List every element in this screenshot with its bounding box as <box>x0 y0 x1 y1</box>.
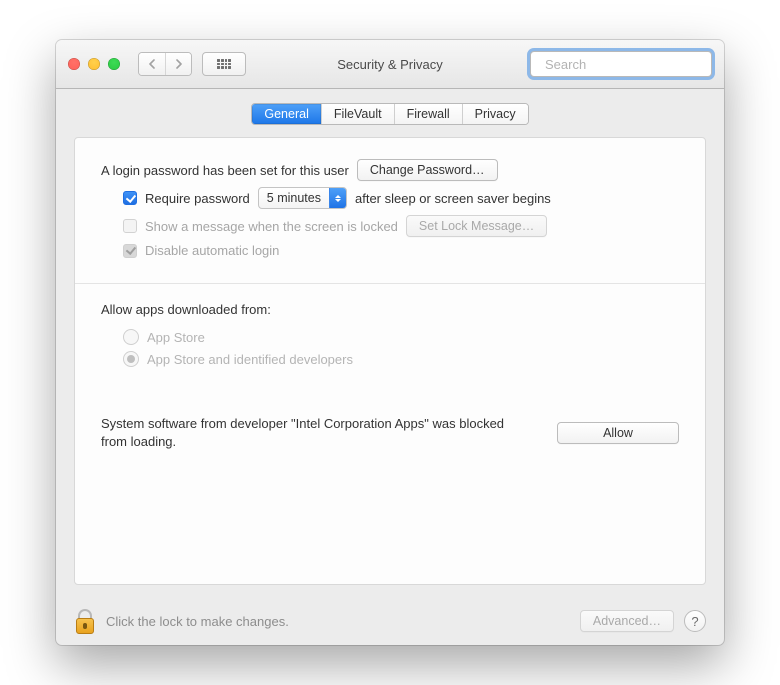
chevron-left-icon <box>148 59 156 69</box>
radio-appstore[interactable] <box>123 329 139 345</box>
advanced-button[interactable]: Advanced… <box>580 610 674 632</box>
tab-label: Firewall <box>407 107 450 121</box>
set-lock-message-button[interactable]: Set Lock Message… <box>406 215 547 237</box>
disable-auto-login-checkbox[interactable] <box>123 244 137 258</box>
tab-label: General <box>264 107 308 121</box>
popup-value: 5 minutes <box>267 191 329 205</box>
lock-message-row: Show a message when the screen is locked… <box>123 215 679 237</box>
allow-button[interactable]: Allow <box>557 422 679 444</box>
grid-icon <box>217 59 231 69</box>
back-button[interactable] <box>139 53 165 75</box>
require-password-checkbox[interactable] <box>123 191 137 205</box>
footer: Click the lock to make changes. Advanced… <box>56 597 724 645</box>
divider <box>75 283 705 284</box>
radio-label: App Store <box>147 330 205 345</box>
gatekeeper-option-identified: App Store and identified developers <box>123 351 679 367</box>
minimize-window-button[interactable] <box>88 58 100 70</box>
stepper-arrows-icon <box>329 188 346 208</box>
disable-auto-login-label: Disable automatic login <box>145 243 279 258</box>
show-lock-message-checkbox[interactable] <box>123 219 137 233</box>
require-password-suffix: after sleep or screen saver begins <box>355 191 551 206</box>
gatekeeper-option-appstore: App Store <box>123 329 679 345</box>
tabs-row: General FileVault Firewall Privacy <box>56 103 724 125</box>
forward-button[interactable] <box>165 53 191 75</box>
radio-label: App Store and identified developers <box>147 352 353 367</box>
blocked-software-message: System software from developer "Intel Co… <box>101 415 511 450</box>
lock-hint-text: Click the lock to make changes. <box>106 614 289 629</box>
login-password-label: A login password has been set for this u… <box>101 163 349 178</box>
window-controls <box>68 58 120 70</box>
tab-general[interactable]: General <box>252 104 320 124</box>
security-privacy-window: Security & Privacy General FileVault Fir… <box>56 40 724 645</box>
require-password-row: Require password 5 minutes after sleep o… <box>123 187 679 209</box>
close-window-button[interactable] <box>68 58 80 70</box>
titlebar: Security & Privacy <box>56 40 724 89</box>
blocked-software-row: System software from developer "Intel Co… <box>101 415 679 450</box>
tab-privacy[interactable]: Privacy <box>462 104 528 124</box>
require-password-delay-popup[interactable]: 5 minutes <box>258 187 347 209</box>
disable-auto-login-row: Disable automatic login <box>123 243 679 258</box>
tab-label: Privacy <box>475 107 516 121</box>
radio-identified-developers[interactable] <box>123 351 139 367</box>
general-panel: A login password has been set for this u… <box>74 137 706 585</box>
change-password-button[interactable]: Change Password… <box>357 159 498 181</box>
lock-icon[interactable] <box>74 608 96 634</box>
require-password-label: Require password <box>145 191 250 206</box>
tab-label: FileVault <box>334 107 382 121</box>
search-field[interactable] <box>530 51 712 77</box>
search-input[interactable] <box>543 56 723 73</box>
tabs: General FileVault Firewall Privacy <box>251 103 528 125</box>
chevron-right-icon <box>175 59 183 69</box>
nav-back-forward <box>138 52 192 76</box>
tab-firewall[interactable]: Firewall <box>394 104 462 124</box>
login-password-row: A login password has been set for this u… <box>101 159 679 181</box>
show-lock-message-label: Show a message when the screen is locked <box>145 219 398 234</box>
tab-filevault[interactable]: FileVault <box>321 104 394 124</box>
gatekeeper-title: Allow apps downloaded from: <box>101 302 679 317</box>
zoom-window-button[interactable] <box>108 58 120 70</box>
show-all-prefs-button[interactable] <box>202 52 246 76</box>
help-button[interactable]: ? <box>684 610 706 632</box>
